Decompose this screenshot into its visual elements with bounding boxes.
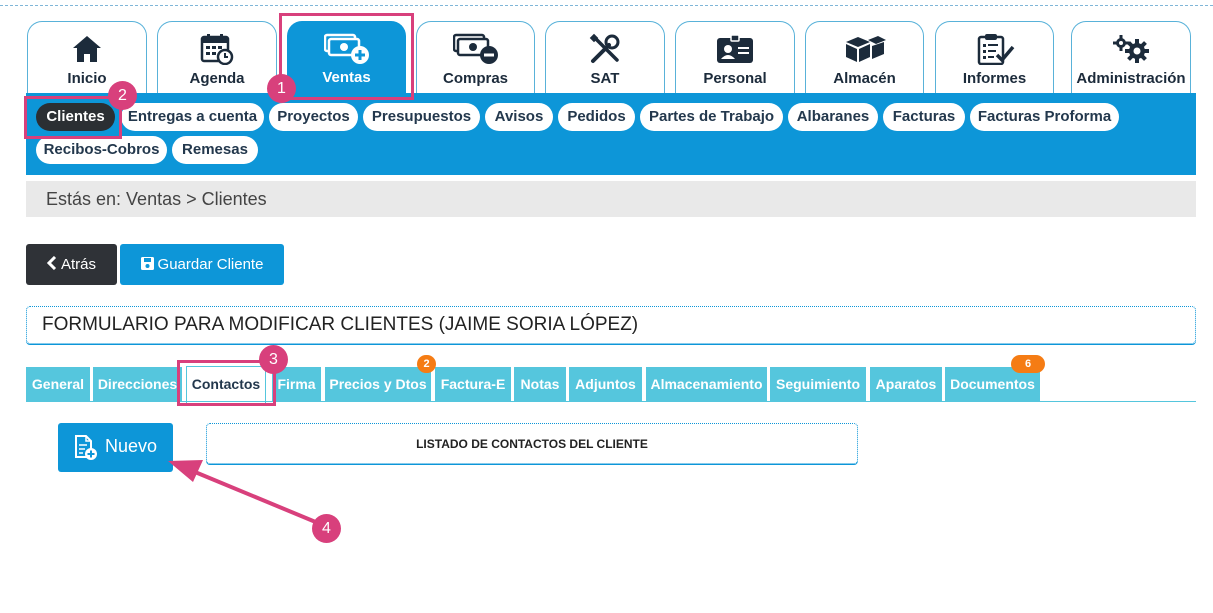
annotation-arrow	[168, 460, 319, 525]
annotation-4-marker: 4	[312, 514, 341, 543]
